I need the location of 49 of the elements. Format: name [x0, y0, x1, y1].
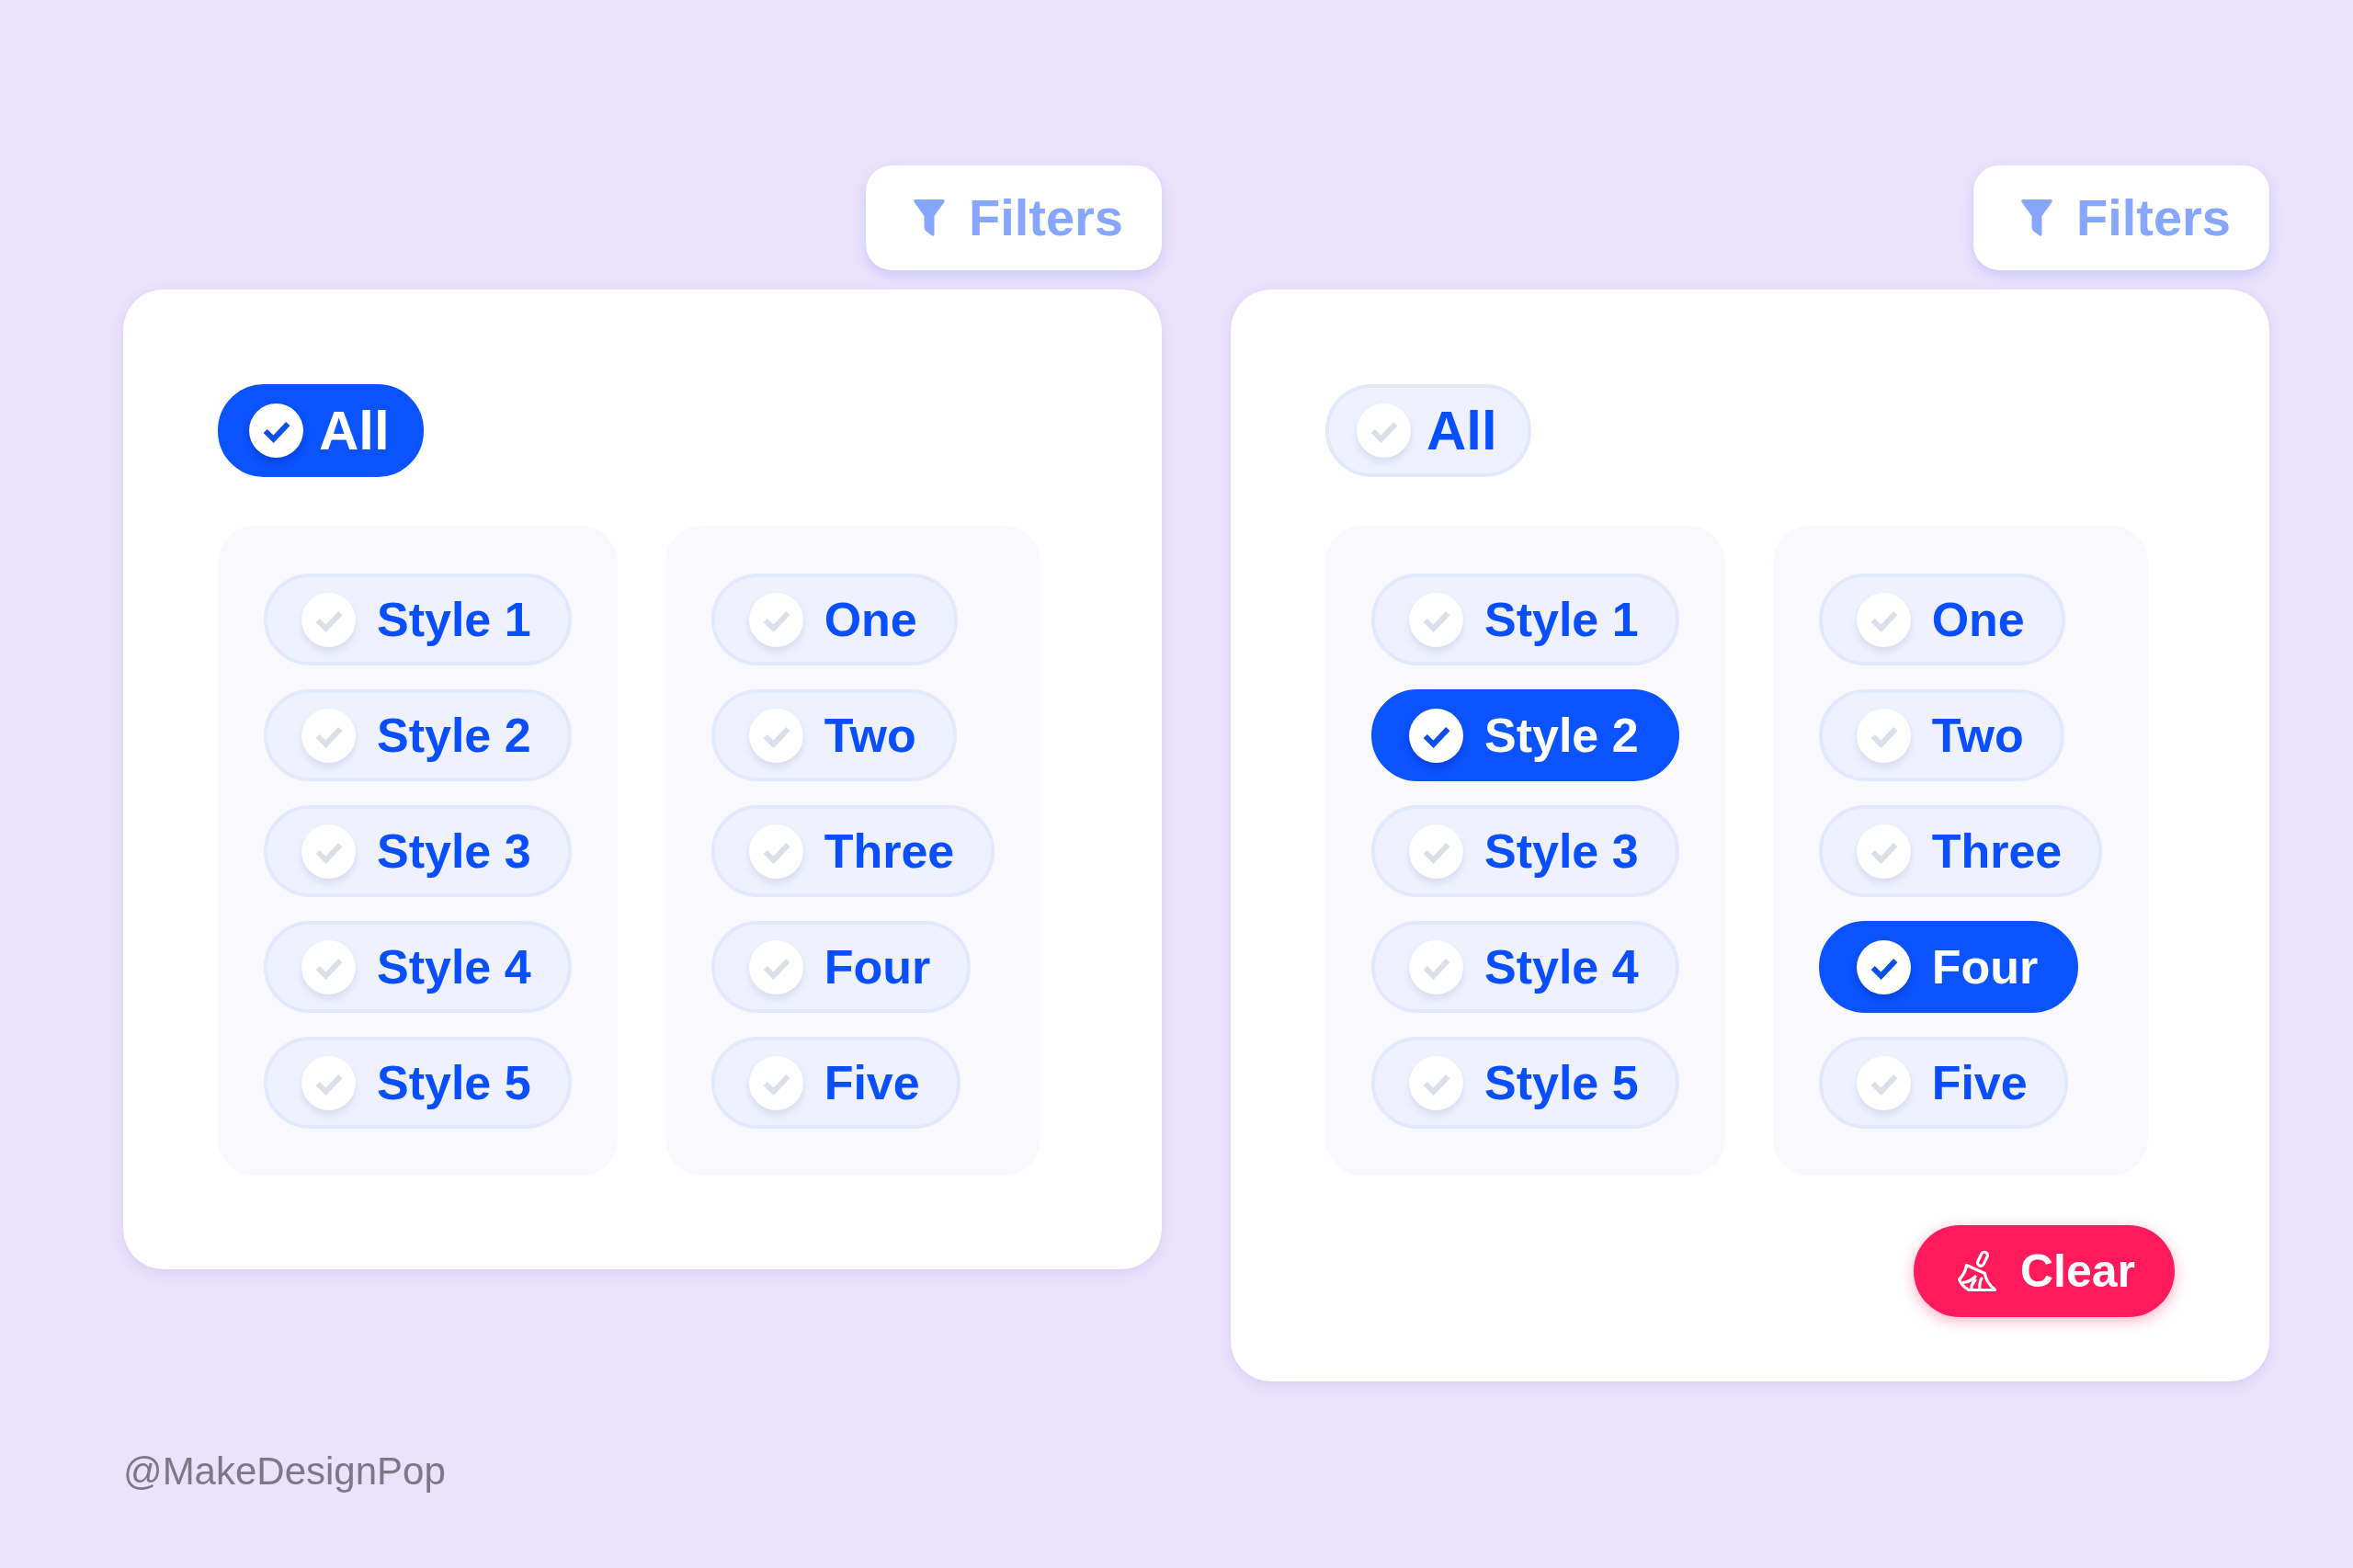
check-icon	[301, 592, 356, 647]
filter-chip[interactable]: Style 4	[264, 921, 572, 1013]
check-icon	[1856, 708, 1911, 763]
filter-chip[interactable]: Two	[710, 689, 957, 781]
filter-chip[interactable]: Style 5	[264, 1037, 572, 1129]
check-icon	[249, 403, 303, 458]
broom-icon	[1956, 1250, 1997, 1292]
filter-chip[interactable]: Style 4	[1371, 921, 1679, 1013]
check-icon	[1409, 592, 1463, 647]
check-icon	[748, 1055, 803, 1110]
check-icon	[1357, 403, 1411, 458]
credit-text: @MakeDesignPop	[123, 1449, 446, 1494]
check-icon	[301, 708, 356, 763]
filter-chip[interactable]: Four	[1818, 921, 2079, 1013]
check-icon	[748, 824, 803, 879]
filter-chip[interactable]: Four	[710, 921, 972, 1013]
filter-chip[interactable]: Style 1	[1371, 574, 1679, 665]
filter-chip[interactable]: One	[1818, 574, 2065, 665]
check-icon	[301, 939, 356, 994]
check-icon	[748, 592, 803, 647]
filter-chip[interactable]: Three	[710, 805, 995, 897]
funnel-icon	[2019, 199, 2053, 237]
filter-chip[interactable]: Two	[1818, 689, 2064, 781]
check-icon	[1856, 939, 1911, 994]
filter-chip[interactable]: One	[710, 574, 958, 665]
filter-chip[interactable]: Three	[1818, 805, 2103, 897]
check-icon	[748, 939, 803, 994]
check-icon	[1856, 824, 1911, 879]
check-icon	[1856, 592, 1911, 647]
filter-chip[interactable]: All	[1325, 384, 1531, 477]
funnel-icon	[912, 199, 946, 237]
filter-chip[interactable]: Style 2	[1371, 689, 1679, 781]
filter-chip[interactable]: Style 2	[264, 689, 572, 781]
filter-chip[interactable]: Five	[1818, 1037, 2068, 1129]
filter-chip[interactable]: Style 3	[1371, 805, 1679, 897]
filter-chip[interactable]: Style 5	[1371, 1037, 1679, 1129]
check-icon	[1409, 1055, 1463, 1110]
filter-chip[interactable]: Five	[710, 1037, 961, 1129]
filter-chip[interactable]: Style 1	[264, 574, 572, 665]
check-icon	[1409, 824, 1463, 879]
check-icon	[1409, 708, 1463, 763]
check-icon	[301, 824, 356, 879]
filter-chip[interactable]: Style 3	[264, 805, 572, 897]
clear-button[interactable]: Clear	[1913, 1225, 2175, 1317]
check-icon	[301, 1055, 356, 1110]
check-icon	[1856, 1055, 1911, 1110]
check-icon	[748, 708, 803, 763]
check-icon	[1409, 939, 1463, 994]
filter-chip[interactable]: All	[218, 384, 424, 477]
